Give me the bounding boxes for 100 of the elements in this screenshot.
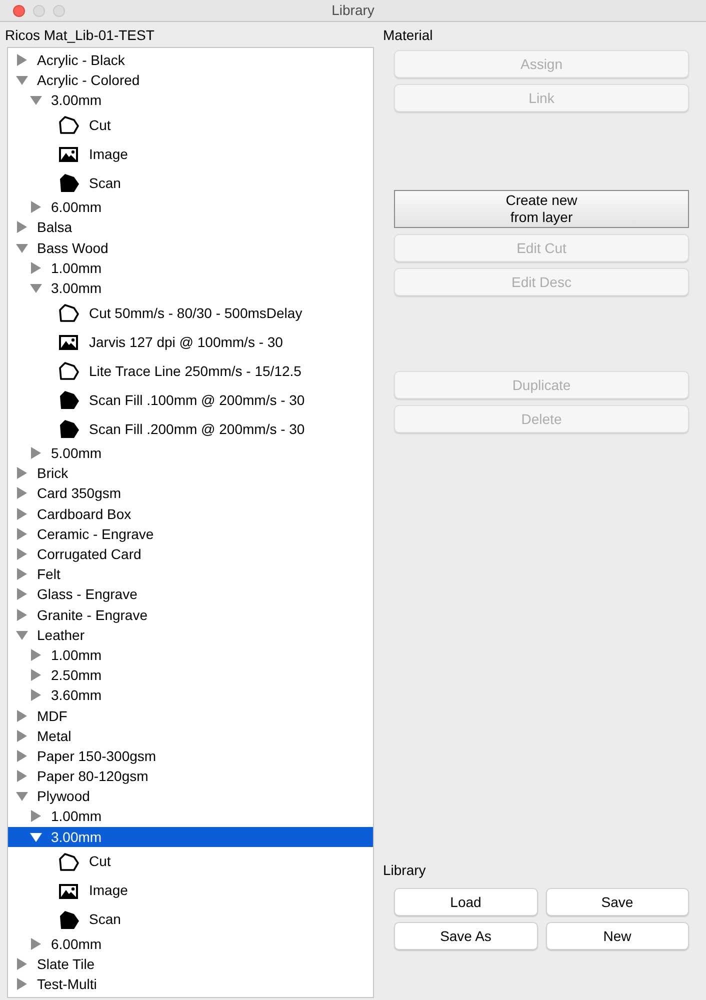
tree-item[interactable]: Jarvis 127 dpi @ 100mm/s - 30	[8, 328, 373, 356]
expand-triangle-icon[interactable]	[16, 770, 28, 784]
expand-triangle-icon[interactable]	[30, 938, 42, 951]
library-button[interactable]: New	[546, 922, 689, 950]
tree-item-label: Acrylic - Colored	[37, 70, 140, 90]
tree-item[interactable]: Scan Fill .200mm @ 200mm/s - 30	[8, 414, 373, 444]
expand-triangle-icon[interactable]	[16, 528, 28, 541]
polygon-outline-icon	[58, 361, 80, 381]
tree-item[interactable]: Acrylic - Black	[8, 50, 373, 70]
tree-item-label: Card 350gsm	[37, 484, 122, 504]
expand-triangle-icon[interactable]	[30, 447, 42, 460]
tree-item[interactable]: 1.00mm	[8, 806, 373, 828]
tree-item-label: Jarvis 127 dpi @ 100mm/s - 30	[89, 332, 283, 352]
collapse-triangle-icon[interactable]	[30, 830, 42, 844]
tree-item[interactable]: Scan	[8, 168, 373, 198]
tree-item[interactable]: Metal	[8, 726, 373, 746]
collapse-triangle-icon[interactable]	[16, 242, 28, 255]
tree-item[interactable]: Granite - Engrave	[8, 605, 373, 626]
expand-triangle-icon[interactable]	[16, 467, 28, 480]
expand-triangle-icon[interactable]	[16, 54, 28, 67]
tree-item[interactable]: Image	[8, 876, 373, 906]
tree-item[interactable]: 3.00mm	[8, 278, 373, 298]
collapse-triangle-icon[interactable]	[16, 628, 28, 642]
tree-item[interactable]: Test-Multi	[8, 974, 373, 995]
expand-triangle-icon[interactable]	[30, 648, 42, 662]
tree-item[interactable]: Plywood	[8, 786, 373, 807]
tree-item[interactable]: 6.00mm	[8, 934, 373, 954]
expand-triangle-icon[interactable]	[16, 508, 28, 521]
tree-item[interactable]: Scan Fill .100mm @ 200mm/s - 30	[8, 386, 373, 414]
tree-item-label: 3.00mm	[51, 90, 102, 110]
collapse-triangle-icon[interactable]	[30, 282, 42, 295]
tree-item[interactable]: 3.60mm	[8, 686, 373, 706]
tree-item-label: 1.00mm	[51, 258, 102, 278]
expand-triangle-icon[interactable]	[30, 201, 42, 214]
expand-triangle-icon[interactable]	[30, 689, 42, 702]
expand-triangle-icon[interactable]	[16, 978, 28, 992]
polygon-outline-icon	[58, 303, 80, 323]
action-button[interactable]: Create new from layer	[394, 190, 689, 228]
expand-triangle-icon[interactable]	[16, 487, 28, 500]
expand-triangle-icon[interactable]	[16, 710, 28, 723]
expand-triangle-icon[interactable]	[30, 262, 42, 275]
library-button[interactable]: Save As	[394, 922, 538, 950]
tree-item[interactable]: Cut	[8, 110, 373, 140]
expand-triangle-icon[interactable]	[16, 588, 28, 602]
tree-item[interactable]: Leather	[8, 625, 373, 646]
tree-item[interactable]: Image	[8, 140, 373, 169]
tree-item[interactable]: 6.00mm	[8, 198, 373, 218]
library-button[interactable]: Load	[394, 888, 538, 916]
library-button[interactable]: Save	[546, 888, 689, 916]
tree-item[interactable]: Glass - Engrave	[8, 584, 373, 605]
tree-item-label: Acrylic - Black	[37, 50, 125, 70]
tree-item-label: Corrugated Card	[37, 545, 142, 564]
tree-item[interactable]: Lite Trace Line 250mm/s - 15/12.5	[8, 356, 373, 386]
collapse-triangle-icon[interactable]	[30, 94, 42, 107]
expand-triangle-icon[interactable]	[16, 221, 28, 234]
expand-triangle-icon[interactable]	[16, 958, 28, 972]
section-title: Library	[383, 861, 427, 880]
window-title: Library	[332, 1, 374, 20]
filled-polygon-icon	[58, 910, 80, 930]
tree-item-label: 3.00mm	[51, 278, 102, 298]
tree-item[interactable]: Acrylic - Colored	[8, 70, 373, 90]
close-button[interactable]	[13, 4, 25, 16]
tree-item[interactable]: Cut 50mm/s - 80/30 - 500msDelay	[8, 298, 373, 328]
tree-item[interactable]: Paper 150-300gsm	[8, 746, 373, 766]
tree-item[interactable]: Felt	[8, 564, 373, 585]
tree-item[interactable]: Corrugated Card	[8, 544, 373, 565]
expand-triangle-icon[interactable]	[16, 750, 28, 763]
tree-item[interactable]: 5.00mm	[8, 444, 373, 464]
tree-item[interactable]: Cardboard Box	[8, 504, 373, 524]
tree-item-label: 1.00mm	[51, 807, 102, 826]
tree-item[interactable]: Brick	[8, 464, 373, 484]
tree-item-label: MDF	[37, 706, 68, 726]
tree-item[interactable]: Bass Wood	[8, 238, 373, 258]
tree-item[interactable]: 1.00mm	[8, 645, 373, 666]
tree-item-label: 6.00mm	[51, 198, 102, 218]
tree-item-label: Scan Fill .100mm @ 200mm/s - 30	[89, 390, 305, 410]
expand-triangle-icon[interactable]	[16, 568, 28, 582]
tree-item-label: 6.00mm	[51, 934, 102, 954]
expand-triangle-icon[interactable]	[16, 730, 28, 743]
tree-item[interactable]: 3.00mm	[8, 90, 373, 111]
expand-triangle-icon[interactable]	[16, 548, 28, 562]
expand-triangle-icon[interactable]	[30, 810, 42, 824]
tree-item[interactable]: Paper 80-120gsm	[8, 766, 373, 787]
tree-item[interactable]: Ceramic - Engrave	[8, 524, 373, 544]
expand-triangle-icon[interactable]	[30, 669, 42, 682]
tree-item-label: Brick	[37, 464, 68, 484]
tree-item[interactable]: Scan	[8, 905, 373, 934]
expand-triangle-icon[interactable]	[16, 608, 28, 622]
tree-item[interactable]: 1.00mm	[8, 258, 373, 278]
tree-item[interactable]: Cut	[8, 847, 373, 876]
tree-item[interactable]: Balsa	[8, 218, 373, 238]
tree-item[interactable]: Card 350gsm	[8, 484, 373, 504]
collapse-triangle-icon[interactable]	[16, 74, 28, 87]
collapse-triangle-icon[interactable]	[16, 790, 28, 804]
tree-item[interactable]: 3.00mm	[8, 827, 373, 848]
tree-item[interactable]: MDF	[8, 706, 373, 726]
tree-item-label: Felt	[37, 565, 60, 584]
tree-item-label: Granite - Engrave	[37, 606, 148, 625]
tree-item[interactable]: Slate Tile	[8, 954, 373, 975]
tree-item[interactable]: 2.50mm	[8, 666, 373, 686]
